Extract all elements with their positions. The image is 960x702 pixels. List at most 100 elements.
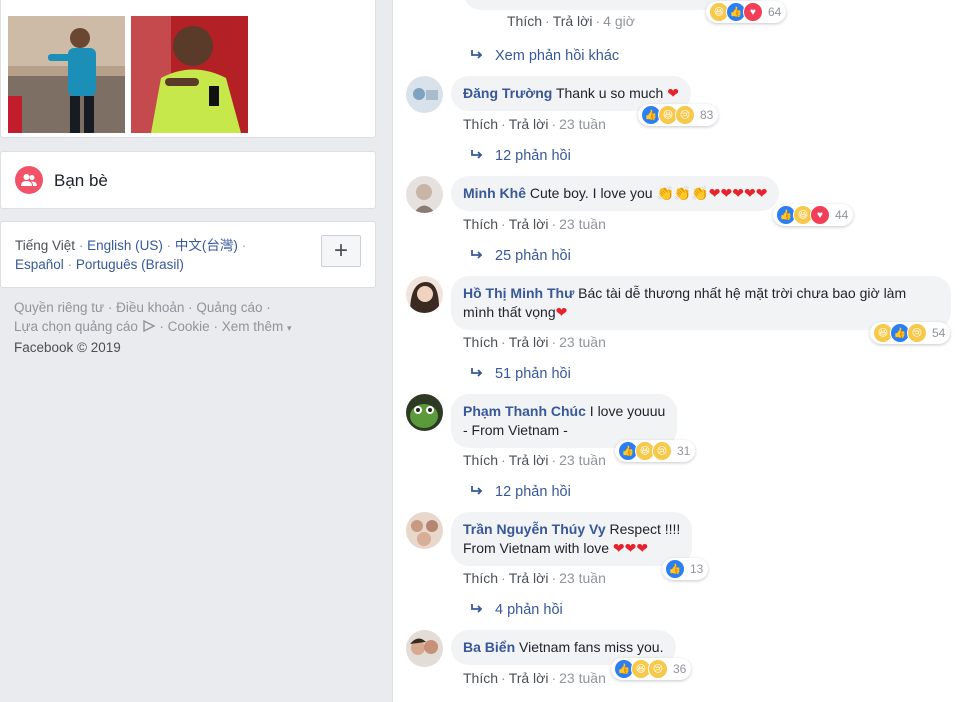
heart-emoji: ❤❤❤ [612, 540, 649, 556]
comment-text: Thank u so much [555, 85, 664, 101]
like-action[interactable]: Thích [463, 116, 498, 132]
reply-action[interactable]: Trả lời [509, 452, 549, 468]
replies-count: 4 phản hồi [495, 602, 563, 618]
terms-link[interactable]: Điều khoản [116, 300, 184, 315]
language-list: Tiếng Việt · English (US) · 中文(台灣) · Esp… [15, 238, 247, 272]
ads-link[interactable]: Quảng cáo [196, 300, 262, 315]
comment-time[interactable]: 23 tuần [559, 334, 606, 350]
view-replies-link[interactable]: 51 phản hồi [471, 366, 571, 382]
avatar[interactable] [406, 76, 443, 113]
reaction-summary[interactable]: 👍 😆 😢 83 [638, 104, 719, 126]
more-replies-link[interactable]: Xem phản hồi khác [471, 48, 619, 64]
photos-card [0, 0, 376, 138]
reply-action[interactable]: Trả lời [553, 13, 593, 29]
replies-count: 51 phản hồi [495, 366, 571, 382]
friends-section[interactable]: Bạn bè [0, 151, 376, 209]
reaction-count: 64 [768, 5, 782, 19]
comment-actions: Thích · Trả lời · 23 tuần [463, 670, 606, 686]
comment-bubble: Minh Khê Cute boy. I love you 👏👏👏❤❤❤❤❤ [451, 176, 780, 211]
reply-action[interactable]: Trả lời [509, 334, 549, 350]
replies-count: 25 phản hồi [495, 248, 571, 264]
comment-author[interactable]: Phạm Thanh Chúc [463, 403, 586, 419]
reaction-summary[interactable]: 👍 😆 😢 36 [611, 658, 692, 680]
emoji-text: 👏👏👏❤❤❤❤❤ [656, 185, 768, 201]
photo-thumbnail[interactable] [8, 16, 125, 133]
comment-time[interactable]: 23 tuần [559, 670, 606, 686]
comment-time[interactable]: 23 tuần [559, 570, 606, 586]
avatar[interactable] [406, 176, 443, 213]
comment-text: Vietnam fans miss you. [519, 639, 664, 655]
avatar[interactable] [406, 512, 443, 549]
like-action[interactable]: Thích [463, 216, 498, 232]
language-link[interactable]: Español [15, 257, 64, 272]
left-sidebar: Bạn bè Tiếng Việt · English (US) · 中文(台灣… [0, 0, 390, 702]
like-action[interactable]: Thích [463, 570, 498, 586]
comment-author[interactable]: Trần Nguyễn Thúy Vy [463, 521, 606, 537]
comment-time[interactable]: 4 giờ [603, 13, 635, 29]
heart-emoji: ❤ [667, 85, 679, 101]
reply-arrow-icon [471, 48, 483, 64]
view-replies-link[interactable]: 12 phản hồi [471, 484, 571, 500]
reply-action[interactable]: Trả lời [509, 570, 549, 586]
reaction-count: 54 [932, 326, 946, 340]
cookie-link[interactable]: Cookie [168, 319, 210, 334]
language-link[interactable]: 中文(台灣) [175, 238, 238, 253]
comment-author[interactable]: Ba Biển [463, 639, 515, 655]
like-action[interactable]: Thích [507, 13, 542, 29]
avatar[interactable] [406, 276, 443, 313]
comment-text-line2: From Vietnam with love [463, 540, 610, 556]
language-link[interactable]: Português (Brasil) [76, 257, 184, 272]
replies-count: 12 phản hồi [495, 148, 571, 164]
reply-arrow-icon [471, 366, 483, 382]
reaction-count: 83 [700, 108, 714, 122]
reply-action[interactable]: Trả lời [509, 670, 549, 686]
like-action[interactable]: Thích [463, 452, 498, 468]
like-action[interactable]: Thích [463, 670, 498, 686]
comments-panel: Thích · Trả lời · 4 giờ 😆 👍 ♥ 64 Xem phản hồi … [392, 0, 960, 702]
reaction-summary[interactable]: 👍 13 [662, 558, 709, 580]
view-replies-link[interactable]: 25 phản hồi [471, 248, 571, 264]
comment-author[interactable]: Hồ Thị Minh Thư [463, 285, 574, 301]
language-link[interactable]: English (US) [87, 238, 163, 253]
comment-text: Respect !!!! [609, 521, 681, 537]
reaction-summary[interactable]: 👍 😆 😢 31 [615, 440, 696, 462]
comment-time[interactable]: 23 tuần [559, 116, 606, 132]
avatar[interactable] [406, 394, 443, 431]
privacy-link[interactable]: Quyền riêng tư [14, 300, 104, 315]
sad-icon: 😢 [907, 323, 927, 343]
view-replies-link[interactable]: 4 phản hồi [471, 602, 563, 618]
reply-arrow-icon [471, 148, 483, 164]
reaction-summary[interactable]: 😆 👍 😢 54 [870, 322, 951, 344]
more-link[interactable]: Xem thêm [222, 319, 284, 334]
view-replies-link[interactable]: 12 phản hồi [471, 148, 571, 164]
comment-actions: Thích · Trả lời · 23 tuần [463, 334, 606, 350]
reply-arrow-icon [471, 484, 483, 500]
comment-author[interactable]: Minh Khê [463, 185, 526, 201]
avatar[interactable] [406, 630, 443, 667]
reply-action[interactable]: Trả lời [509, 116, 549, 132]
comment-text: Cute boy. I love you [529, 185, 653, 201]
like-action[interactable]: Thích [463, 334, 498, 350]
language-selector: Tiếng Việt · English (US) · 中文(台灣) · Esp… [0, 221, 376, 288]
more-replies-label: Xem phản hồi khác [495, 48, 620, 64]
ad-choices-link[interactable]: Lựa chọn quảng cáo [14, 319, 138, 334]
reaction-summary[interactable]: 👍 😆 ♥ 44 [773, 204, 854, 226]
comment-actions: Thích · Trả lời · 23 tuần [463, 116, 606, 132]
comment-time[interactable]: 23 tuần [559, 452, 606, 468]
reply-arrow-icon [471, 602, 483, 618]
comment-author[interactable]: Đăng Trường [463, 85, 552, 101]
photo-thumbnail[interactable] [131, 16, 248, 133]
comment-bubble: Trần Nguyễn Thúy Vy Respect !!!! From Vi… [451, 512, 693, 566]
reaction-summary[interactable]: 😆 👍 ♥ 64 [706, 1, 787, 23]
dropdown-arrow-icon: ▾ [286, 323, 292, 333]
language-current: Tiếng Việt [15, 238, 76, 253]
comment-actions: Thích · Trả lời · 23 tuần [463, 570, 606, 586]
reaction-count: 36 [673, 662, 687, 676]
reaction-count: 44 [835, 208, 849, 222]
like-icon: 👍 [665, 559, 685, 579]
add-language-button[interactable]: + [321, 235, 361, 267]
comment-time[interactable]: 23 tuần [559, 216, 606, 232]
reply-action[interactable]: Trả lời [509, 216, 549, 232]
sad-icon: 😢 [648, 659, 668, 679]
ad-choices-icon [142, 318, 156, 337]
